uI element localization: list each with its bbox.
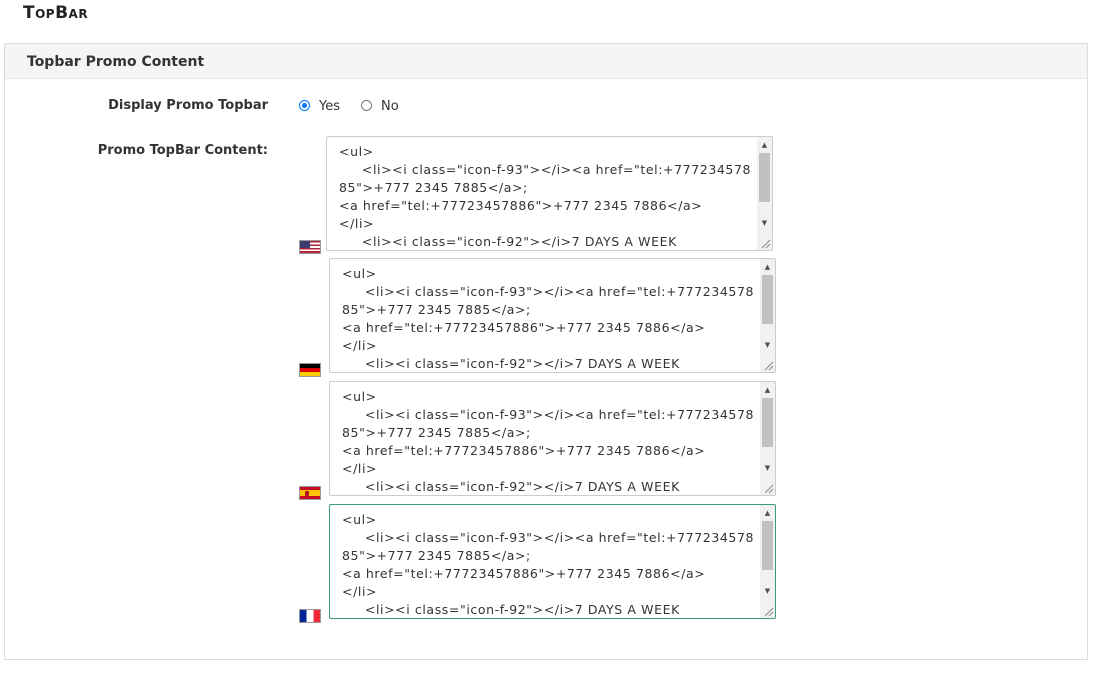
scrollbar-thumb[interactable] [762, 275, 773, 324]
promo-content-text-en[interactable]: <ul> <li><i class="icon-f-93"></i><a hre… [339, 143, 752, 250]
resize-grip-icon[interactable] [762, 359, 774, 371]
scroll-down-arrow-icon[interactable]: ▼ [760, 339, 775, 351]
es-flag-icon [299, 486, 321, 500]
scroll-down-arrow-icon[interactable]: ▼ [760, 585, 775, 597]
radio-unchecked-icon[interactable] [361, 100, 372, 111]
panel-header: Topbar Promo Content [5, 44, 1087, 79]
scroll-up-arrow-icon[interactable]: ▲ [760, 507, 775, 519]
panel-header-title: Topbar Promo Content [27, 54, 205, 70]
page-title: TopBar [23, 3, 89, 23]
scroll-down-arrow-icon[interactable]: ▼ [757, 217, 772, 229]
scroll-up-arrow-icon[interactable]: ▲ [760, 384, 775, 396]
us-flag-icon [299, 240, 321, 254]
topbar-promo-panel: Topbar Promo Content Display Promo Topba… [4, 43, 1088, 660]
de-flag-icon [299, 363, 321, 377]
scrollbar-thumb[interactable] [759, 153, 770, 202]
promo-content-label: Promo TopBar Content: [97, 143, 268, 158]
resize-grip-icon[interactable] [762, 482, 774, 494]
textarea-scrollbar[interactable]: ▲ ▼ [760, 505, 775, 618]
textarea-scrollbar[interactable]: ▲ ▼ [760, 259, 775, 372]
scroll-up-arrow-icon[interactable]: ▲ [757, 139, 772, 151]
display-promo-label: Display Promo Topbar [108, 98, 268, 113]
promo-content-text-es[interactable]: <ul> <li><i class="icon-f-93"></i><a hre… [342, 388, 755, 495]
promo-content-textarea-fr[interactable]: <ul> <li><i class="icon-f-93"></i><a hre… [329, 504, 776, 619]
scrollbar-thumb[interactable] [762, 398, 773, 447]
scroll-up-arrow-icon[interactable]: ▲ [760, 261, 775, 273]
promo-content-textarea-en[interactable]: <ul> <li><i class="icon-f-93"></i><a hre… [326, 136, 773, 251]
resize-grip-icon[interactable] [759, 237, 771, 249]
scrollbar-thumb[interactable] [762, 521, 773, 570]
resize-grip-icon[interactable] [762, 605, 774, 617]
textarea-scrollbar[interactable]: ▲ ▼ [757, 137, 772, 250]
promo-content-text-de[interactable]: <ul> <li><i class="icon-f-93"></i><a hre… [342, 265, 755, 372]
textarea-scrollbar[interactable]: ▲ ▼ [760, 382, 775, 495]
promo-content-textarea-de[interactable]: <ul> <li><i class="icon-f-93"></i><a hre… [329, 258, 776, 373]
radio-checked-icon[interactable] [299, 100, 310, 111]
fr-flag-icon [299, 609, 321, 623]
radio-no-label[interactable]: No [381, 99, 399, 114]
promo-content-text-fr[interactable]: <ul> <li><i class="icon-f-93"></i><a hre… [342, 511, 755, 618]
promo-content-textarea-es[interactable]: <ul> <li><i class="icon-f-93"></i><a hre… [329, 381, 776, 496]
radio-yes-label[interactable]: Yes [319, 99, 340, 114]
scroll-down-arrow-icon[interactable]: ▼ [760, 462, 775, 474]
